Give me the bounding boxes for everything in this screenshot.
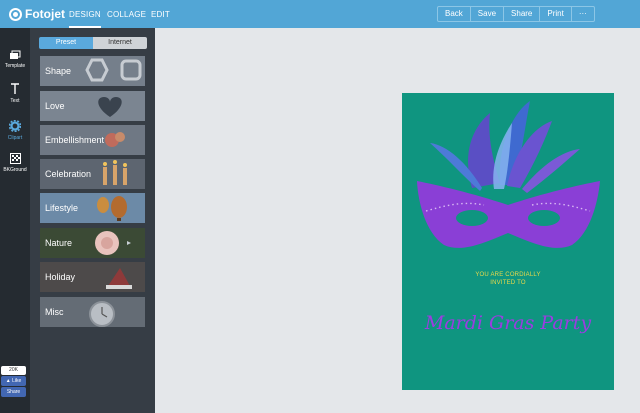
category-label: Lifestyle <box>45 203 79 213</box>
rail-label-template: Template <box>4 63 26 69</box>
santa-hat-icon <box>106 268 132 289</box>
category-celebration[interactable]: Celebration <box>40 159 145 189</box>
tab-preset[interactable]: Preset <box>39 37 93 49</box>
facebook-like-button[interactable]: ▲ Like <box>1 376 26 386</box>
fotojet-logo[interactable]: Fotojet <box>9 6 65 22</box>
category-shape[interactable]: Shape <box>40 56 145 86</box>
candles-icon <box>103 160 127 185</box>
rail-item-clipart[interactable]: Clipart <box>0 120 30 141</box>
category-label: Celebration <box>45 169 92 179</box>
category-label: Love <box>45 101 65 111</box>
thumbs-up-icon: ▲ <box>5 378 11 384</box>
rail-item-background[interactable]: BKGround <box>0 153 30 173</box>
mardi-gras-mask-icon <box>417 101 600 248</box>
hexagon-shapes-icon <box>85 58 142 82</box>
invite-line-1: YOU ARE CORDIALLY <box>475 272 541 278</box>
category-label: Misc <box>45 307 64 317</box>
category-label: Holiday <box>45 272 76 282</box>
category-label: Shape <box>45 66 72 76</box>
facebook-count: 20K <box>1 366 26 375</box>
category-love[interactable]: Love <box>40 91 145 121</box>
logo-ring-icon <box>9 7 22 21</box>
share-button[interactable]: Share <box>504 7 541 21</box>
background-icon <box>9 153 21 164</box>
category-misc[interactable]: Misc <box>40 297 145 327</box>
facebook-share-button[interactable]: Share <box>1 387 26 397</box>
rail-item-template[interactable]: Template <box>0 50 30 69</box>
category-label: Embellishment <box>45 135 105 145</box>
tab-internet[interactable]: Internet <box>93 37 147 49</box>
rail-label-clipart: Clipart <box>7 135 23 141</box>
rose-icon <box>95 231 131 255</box>
save-button[interactable]: Save <box>471 7 505 21</box>
tab-design[interactable]: DESIGN <box>69 0 101 28</box>
source-toggle: Preset Internet <box>39 37 147 49</box>
tab-edit[interactable]: EDIT <box>151 0 170 28</box>
category-holiday[interactable]: Holiday <box>40 262 145 292</box>
text-icon <box>11 83 19 94</box>
rail-item-text[interactable]: Text <box>0 83 30 104</box>
tab-collage[interactable]: COLLAGE <box>107 0 146 28</box>
category-embellishment[interactable]: Embellishment <box>40 125 145 155</box>
heart-icon <box>98 97 122 117</box>
category-label: Nature <box>45 238 73 248</box>
hot-air-balloon-icon <box>97 196 127 221</box>
print-button[interactable]: Print <box>540 7 572 21</box>
template-icon <box>10 50 21 59</box>
poster-title: Mardi Gras Party <box>424 312 592 334</box>
back-button[interactable]: Back <box>438 7 471 21</box>
rail-label-text: Text <box>10 98 20 104</box>
more-button[interactable]: ··· <box>572 7 594 21</box>
poster-canvas[interactable]: YOU ARE CORDIALLY INVITED TO Mardi Gras … <box>402 93 614 390</box>
clock-icon <box>89 301 115 327</box>
category-nature[interactable]: Nature <box>40 228 145 258</box>
like-label: Like <box>12 378 22 384</box>
logo-text: Fotojet <box>25 7 65 21</box>
rail-label-background: BKGround <box>3 167 27 173</box>
invite-line-2: INVITED TO <box>490 280 526 286</box>
action-buttons: Back Save Share Print ··· <box>437 6 595 22</box>
gear-icon <box>9 120 21 132</box>
category-lifestyle[interactable]: Lifestyle <box>40 193 145 223</box>
